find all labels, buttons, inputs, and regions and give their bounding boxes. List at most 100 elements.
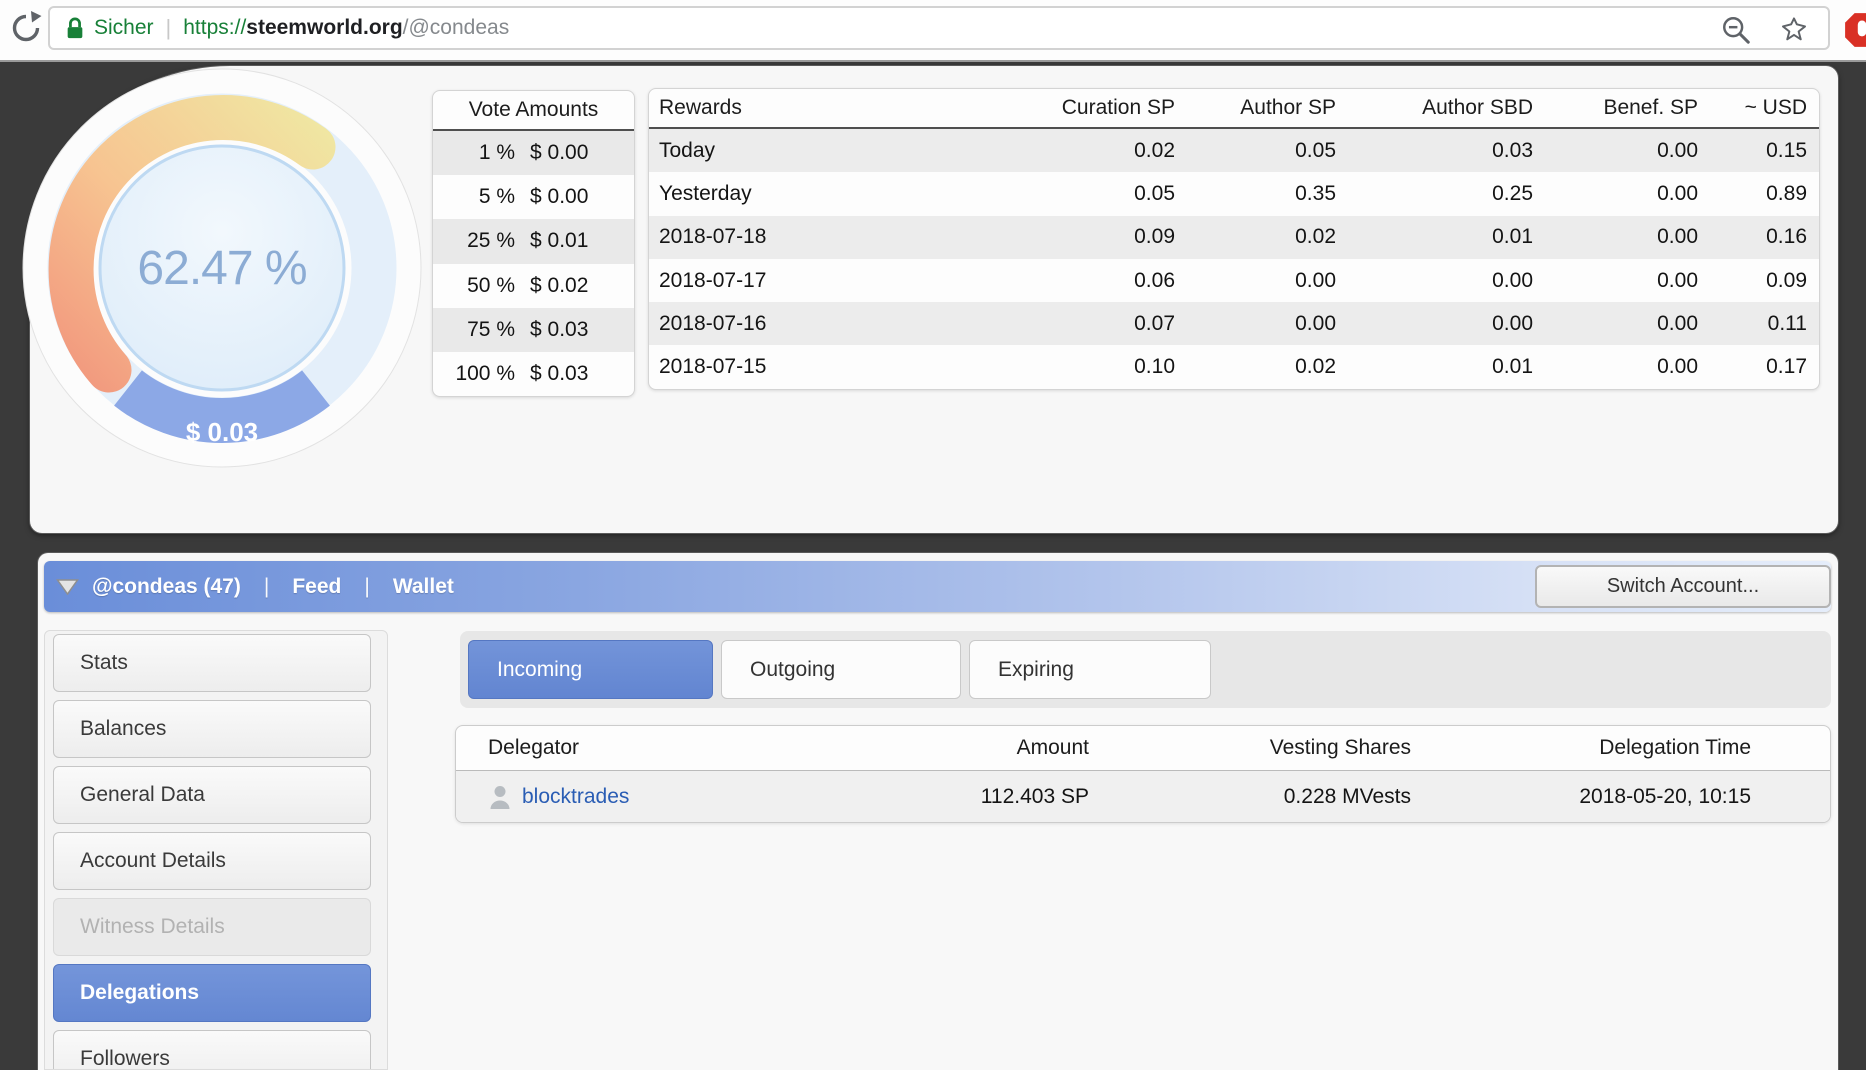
amount-cell: 112.403 SP: [980, 785, 1089, 808]
delegator-link[interactable]: blocktrades: [522, 785, 629, 809]
vote-value: $ 0.03: [530, 362, 589, 386]
tab-outgoing[interactable]: Outgoing: [721, 640, 961, 699]
cell: 0.00: [1657, 268, 1698, 292]
tab-expiring[interactable]: Expiring: [969, 640, 1211, 699]
sidebar-item-account-details[interactable]: Account Details: [53, 832, 371, 890]
col-header: Author SBD: [1422, 96, 1533, 119]
cell: 0.16: [1766, 225, 1807, 249]
cell: 0.10: [1134, 355, 1175, 379]
delegator-cell: blocktrades: [456, 784, 906, 810]
table-row: 2018-07-16 0.07 0.00 0.00 0.00 0.11: [649, 302, 1819, 346]
adblock-octagon-icon: [1845, 13, 1866, 47]
delegations-table: Delegator Amount Vesting Shares Delegati…: [455, 725, 1831, 823]
vote-pct: 5 %: [478, 185, 515, 209]
account-links: @condeas (47) | Feed | Wallet: [92, 575, 454, 599]
secure-lock-icon[interactable]: [64, 15, 86, 41]
row-label: 2018-07-18: [659, 225, 767, 249]
voting-power-value: 62.47 %: [137, 242, 306, 295]
vote-pct: 50 %: [467, 273, 515, 297]
table-row: 25 % $ 0.01: [433, 219, 634, 264]
sidebar-item-stats[interactable]: Stats: [53, 634, 371, 692]
sidebar: Stats Balances General Data Account Deta…: [44, 630, 388, 1070]
url-domain: steemworld.org: [246, 16, 403, 39]
wallet-link[interactable]: Wallet: [393, 575, 454, 599]
zoom-out-icon[interactable]: [1720, 14, 1752, 46]
col-header: Delegator: [488, 736, 580, 759]
col-header: Benef. SP: [1603, 96, 1698, 119]
cell: 0.05: [1295, 138, 1336, 162]
table-row: 5 % $ 0.00: [433, 175, 634, 219]
cell: 0.00: [1492, 311, 1533, 335]
sidebar-item-general-data[interactable]: General Data: [53, 766, 371, 824]
url-separator: |: [165, 15, 172, 40]
feed-link[interactable]: Feed: [292, 575, 341, 599]
rewards-header: Rewards Curation SP Author SP Author SBD…: [649, 89, 1819, 129]
cell: 0.89: [1766, 181, 1807, 205]
vote-pct: 1 %: [478, 141, 515, 165]
separator: |: [364, 574, 370, 598]
switch-account-button[interactable]: Switch Account...: [1535, 565, 1831, 608]
vesting-cell: 0.228 MVests: [1283, 785, 1411, 808]
cell: 0.02: [1295, 355, 1336, 379]
row-label: Today: [659, 138, 716, 162]
urlbar-icons: [1720, 8, 1810, 52]
delegation-tabs: Incoming Outgoing Expiring: [460, 631, 1831, 708]
tab-incoming[interactable]: Incoming: [468, 640, 713, 699]
delegations-header: Delegator Amount Vesting Shares Delegati…: [456, 726, 1830, 771]
user-icon: [490, 786, 510, 809]
cell: 0.00: [1657, 181, 1698, 205]
vote-amounts-table: Vote Amounts 1 % $ 0.00 5 % $ 0.00 25 % …: [432, 90, 635, 397]
table-row: 100 % $ 0.03: [433, 352, 634, 396]
cell: 0.15: [1766, 138, 1807, 162]
cell: 0.25: [1492, 181, 1533, 205]
url-bar[interactable]: Sicher | https:// steemworld.org /@conde…: [48, 6, 1830, 50]
cell: 0.00: [1295, 268, 1336, 292]
sidebar-item-followers[interactable]: Followers: [53, 1030, 371, 1069]
screen: Sicher | https:// steemworld.org /@conde…: [0, 0, 1866, 1070]
vote-value: $ 0.00: [530, 141, 589, 165]
vote-value: $ 0.00: [530, 185, 589, 209]
cell: 0.35: [1295, 181, 1336, 205]
security-label: Sicher: [94, 16, 154, 39]
cell: 0.06: [1134, 268, 1175, 292]
table-row: 2018-07-15 0.10 0.02 0.01 0.00 0.17: [649, 345, 1819, 388]
account-name-link[interactable]: @condeas (47): [92, 575, 241, 599]
table-row: 1 % $ 0.00: [433, 131, 634, 176]
reload-icon: [12, 11, 42, 42]
table-row: blocktrades 112.403 SP 0.228 MVests 2018…: [456, 771, 1830, 822]
cell: 0.09: [1134, 225, 1175, 249]
col-header: Rewards: [659, 96, 742, 119]
col-header: ~ USD: [1744, 96, 1807, 119]
separator: |: [263, 574, 270, 598]
row-label: 2018-07-17: [659, 268, 767, 292]
extension-button[interactable]: [1843, 11, 1866, 49]
table-row: Yesterday 0.05 0.35 0.25 0.00 0.89: [649, 172, 1819, 215]
sidebar-item-witness-details: Witness Details: [53, 898, 371, 956]
table-row: 2018-07-18 0.09 0.02 0.01 0.00 0.16: [649, 215, 1819, 259]
cell: 0.00: [1657, 355, 1698, 379]
vote-amounts-title: Vote Amounts: [433, 91, 634, 131]
account-dropdown-icon[interactable]: [56, 578, 79, 595]
sidebar-item-delegations[interactable]: Delegations: [53, 964, 371, 1022]
vote-pct: 100 %: [455, 362, 515, 386]
url-path: /@condeas: [402, 16, 510, 39]
page-background: 62.47 % $ 0.03 Vote Amounts 1 % $ 0.00 5…: [0, 62, 1866, 1070]
col-header: Amount: [1016, 736, 1089, 759]
table-row: 2018-07-17 0.06 0.00 0.00 0.00 0.09: [649, 259, 1819, 302]
table-row: Today 0.02 0.05 0.03 0.00 0.15: [649, 129, 1819, 173]
sidebar-item-balances[interactable]: Balances: [53, 700, 371, 758]
bookmark-star-icon[interactable]: [1778, 14, 1810, 46]
cell: 0.05: [1134, 181, 1175, 205]
col-header: Curation SP: [1061, 96, 1175, 119]
time-cell: 2018-05-20, 10:15: [1579, 785, 1751, 808]
voting-power-gauge: 62.47 % $ 0.03: [22, 68, 422, 468]
rewards-table: Rewards Curation SP Author SP Author SBD…: [648, 88, 1820, 390]
vote-pct: 75 %: [467, 317, 515, 341]
cell: 0.09: [1766, 268, 1807, 292]
cell: 0.00: [1657, 225, 1698, 249]
vote-value: $ 0.03: [186, 417, 258, 447]
cell: 0.00: [1295, 311, 1336, 335]
vote-value: $ 0.02: [530, 273, 589, 297]
reload-button[interactable]: [8, 10, 44, 46]
url-protocol: https://: [183, 16, 247, 39]
